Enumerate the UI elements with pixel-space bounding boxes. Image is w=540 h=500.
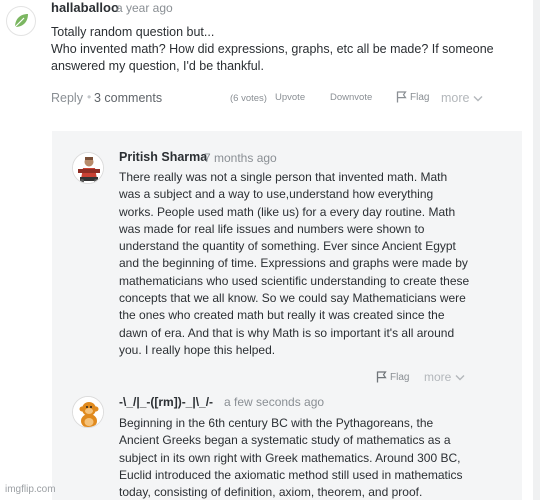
character-avatar-icon <box>73 153 103 183</box>
flag-icon <box>396 91 407 103</box>
reply-username[interactable]: -\_/|_-([rm])-_|\_/- <box>119 395 213 409</box>
more-label: more <box>424 370 452 384</box>
user-avatar[interactable] <box>6 6 36 36</box>
flag-label: Flag <box>410 91 430 103</box>
reply-button[interactable]: Reply <box>51 91 83 105</box>
reply-avatar[interactable] <box>72 396 104 428</box>
more-button[interactable]: more <box>441 91 483 105</box>
comment-actions: Reply • 3 comments (6 votes) Upvote Down… <box>51 90 491 108</box>
upvote-button[interactable]: Upvote <box>275 92 305 103</box>
vote-count: (6 votes) <box>230 93 267 104</box>
chevron-down-icon <box>473 95 483 101</box>
comment-username[interactable]: hallaballoo <box>51 0 119 15</box>
comment-line: answered my question, I'd be thankful. <box>51 59 264 73</box>
reply-timestamp: 7 months ago <box>204 151 277 165</box>
reply-body: Beginning in the 6th century BC with the… <box>119 416 463 500</box>
reply-timestamp: a few seconds ago <box>224 395 325 409</box>
reply-flag-button[interactable]: Flag <box>376 371 409 383</box>
more-label: more <box>441 91 470 105</box>
replies-panel: Pritish Sharma 7 months ago There really… <box>52 131 522 500</box>
watermark: imgflip.com <box>5 484 56 495</box>
flag-icon <box>376 371 387 383</box>
scroll-gutter <box>533 0 540 500</box>
chevron-down-icon <box>455 374 465 380</box>
comment-line: Totally random question but... <box>51 25 215 39</box>
reply-avatar[interactable] <box>72 152 104 184</box>
reply-more-button[interactable]: more <box>424 370 465 384</box>
reply-username[interactable]: Pritish Sharma <box>119 150 207 164</box>
flag-button[interactable]: Flag <box>396 91 429 103</box>
downvote-button[interactable]: Downvote <box>330 92 372 103</box>
flag-label: Flag <box>390 371 410 383</box>
leaf-icon <box>14 14 28 28</box>
separator-dot: • <box>87 90 92 104</box>
comments-count-link[interactable]: 3 comments <box>94 91 162 105</box>
top-comment: hallaballoo a year ago Totally random qu… <box>0 0 540 118</box>
comment-line: Who invented math? How did expressions, … <box>51 42 494 56</box>
comment-timestamp: a year ago <box>116 1 173 15</box>
reply-body: There really was not a single person tha… <box>119 170 470 357</box>
monkey-avatar-icon <box>73 397 103 427</box>
comment-body: Totally random question but... Who inven… <box>51 24 521 75</box>
